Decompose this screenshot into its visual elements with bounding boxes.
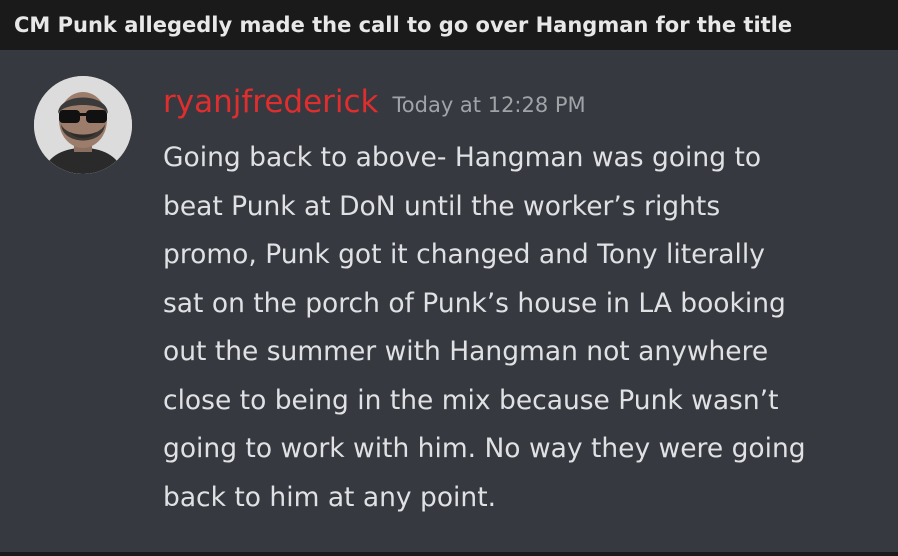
post-view: CM Punk allegedly made the call to go ov…	[0, 0, 898, 556]
message-content: Going back to above- Hangman was going t…	[163, 134, 885, 522]
message-line: close to being in the mix because Punk w…	[163, 384, 779, 416]
message-line: promo, Punk got it changed and Tony lite…	[163, 239, 765, 270]
bottom-divider	[0, 552, 898, 556]
message-line: beat Punk at DoN until the worker’s righ…	[163, 190, 721, 222]
avatar-portrait	[34, 76, 132, 174]
message-line: out the summer with Hangman not anywhere	[163, 336, 769, 367]
message-header: ryanjfrederick Today at 12:28 PM	[163, 80, 586, 124]
post-title[interactable]: CM Punk allegedly made the call to go ov…	[0, 0, 898, 50]
user-avatar-icon[interactable]	[34, 76, 132, 174]
message-line: back to him at any point.	[163, 481, 497, 513]
message-line: going to work with him. No way they were…	[163, 433, 806, 464]
username[interactable]: ryanjfrederick	[163, 80, 379, 124]
discord-message-screenshot: ryanjfrederick Today at 12:28 PM Going ba…	[0, 50, 898, 552]
message-timestamp: Today at 12:28 PM	[392, 93, 586, 117]
message-line: sat on the porch of Punk’s house in LA b…	[163, 287, 786, 319]
message-line: Going back to above- Hangman was going t…	[163, 142, 762, 173]
